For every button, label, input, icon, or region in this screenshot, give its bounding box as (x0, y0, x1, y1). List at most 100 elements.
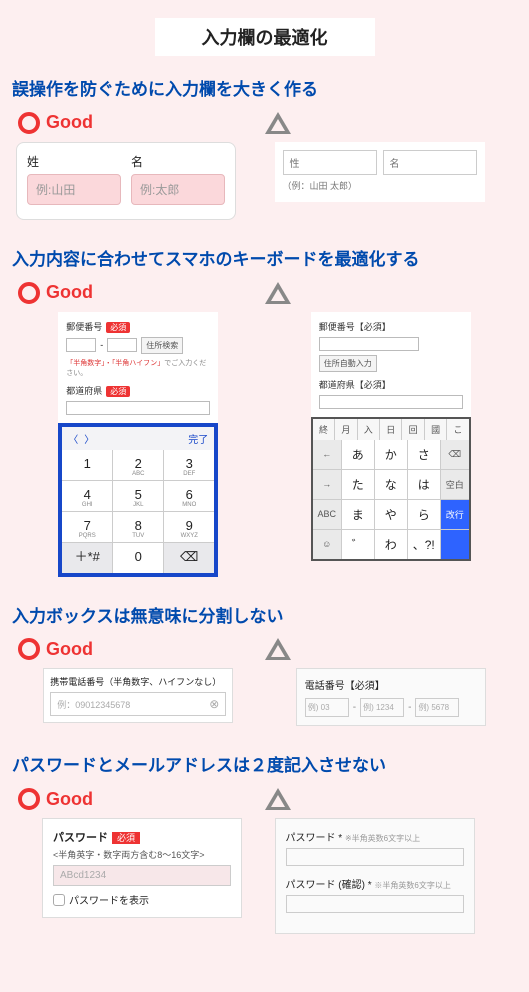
warn-icon (265, 282, 291, 304)
pw1-input[interactable] (286, 848, 464, 866)
mei-input-small[interactable]: 名 (383, 150, 477, 175)
pref-input[interactable] (66, 401, 210, 415)
kana-side-key[interactable]: 改行 (441, 500, 469, 529)
keypad-key[interactable]: 9WXYZ (164, 512, 214, 542)
phone-label: 携帯電話番号（半角数字、ハイフンなし） (50, 675, 226, 688)
phone-field-bad: 電話番号【必須】 例) 03 - 例) 1234 - 例) 5678 (296, 668, 486, 726)
kana-side-key[interactable]: ⌫ (441, 440, 469, 469)
kana-key[interactable]: わ (375, 530, 407, 559)
suggestion-key[interactable]: 國 (425, 419, 446, 440)
section-keyboard: 入力内容に合わせてスマホのキーボードを最適化する Good 郵便番号必須 - 住… (12, 248, 517, 577)
good-icon (18, 282, 40, 304)
keypad-key[interactable]: 1 (62, 450, 112, 480)
kana-key[interactable]: 、?! (408, 530, 440, 559)
kana-side-key[interactable]: ☺ (313, 530, 341, 559)
kana-key[interactable]: ゛ (342, 530, 374, 559)
good-label: Good (46, 639, 93, 660)
phone-part3[interactable]: 例) 5678 (415, 698, 459, 717)
suggestion-key[interactable]: 回 (402, 419, 423, 440)
pw2-label: パスワード (確認) * (286, 880, 372, 891)
kana-key[interactable]: あ (342, 440, 374, 469)
keypad-key[interactable]: ＋*# (62, 543, 112, 573)
password-hint: <半角英字・数字両方含む8～16文字> (53, 848, 231, 861)
kana-key[interactable]: か (375, 440, 407, 469)
pref-input-bad[interactable] (319, 395, 463, 409)
good-label: Good (46, 282, 93, 303)
suggestion-key[interactable]: こ (447, 419, 468, 440)
keypad-key[interactable]: 2ABC (113, 450, 163, 480)
good-label: Good (46, 112, 93, 133)
sei-label: 姓 (27, 153, 121, 170)
kana-side-key[interactable]: ← (313, 440, 341, 469)
required-badge: 必須 (112, 832, 140, 844)
phone-part2[interactable]: 例) 1234 (360, 698, 404, 717)
next-icon[interactable]: 〉 (84, 435, 94, 446)
page-title: 入力欄の最適化 (155, 18, 375, 56)
phone-part1[interactable]: 例) 03 (305, 698, 349, 717)
keypad-key[interactable]: 6MNO (164, 481, 214, 511)
pref-label: 都道府県必須 (66, 384, 210, 397)
kana-key[interactable]: ま (342, 500, 374, 529)
zip-label-bad: 郵便番号【必須】 (319, 320, 463, 333)
suggestion-key[interactable]: 月 (335, 419, 356, 440)
suggestion-key[interactable]: 日 (380, 419, 401, 440)
suggestion-key[interactable]: 入 (358, 419, 379, 440)
kana-key[interactable]: は (408, 470, 440, 499)
show-password-label: パスワードを表示 (69, 892, 149, 907)
show-password-checkbox[interactable] (53, 894, 65, 906)
keypad-key[interactable]: 0 (113, 543, 163, 573)
kana-key[interactable]: な (375, 470, 407, 499)
zip-input-bad[interactable] (319, 337, 419, 351)
kana-keypad: 終月入日回國こ ←あかさ⌫ →たなは空白 ABCまやら改行 ☺゛わ、?! (311, 417, 471, 561)
phone-bad: 郵便番号【必須】 住所自動入力 都道府県【必須】 終月入日回國こ ←あかさ⌫ →た… (311, 312, 471, 561)
clear-icon[interactable]: ⊗ (209, 697, 219, 711)
password-input[interactable]: ABcd1234 (53, 865, 231, 886)
password-bad: パスワード * ※半角英数6文字以上 パスワード (確認) * ※半角英数6文字… (275, 818, 475, 934)
keypad-key[interactable]: ⌫ (164, 543, 214, 573)
kana-side-key[interactable]: → (313, 470, 341, 499)
address-search-button[interactable]: 住所検索 (141, 337, 183, 354)
phone-field-good: 携帯電話番号（半角数字、ハイフンなし） 例：09012345678 ⊗ (43, 668, 233, 723)
section-no-repeat: パスワードとメールアドレスは２度記入させない Good パスワード必須 <半角英… (12, 754, 517, 934)
kana-side-key[interactable]: ABC (313, 500, 341, 529)
good-label: Good (46, 789, 93, 810)
keypad-key[interactable]: 8TUV (113, 512, 163, 542)
good-icon (18, 638, 40, 660)
zip1-input[interactable] (66, 338, 96, 352)
prev-icon[interactable]: 〈 (68, 435, 78, 446)
warn-icon (265, 112, 291, 134)
mei-label: 名 (131, 153, 225, 170)
mei-input[interactable]: 例:太郎 (131, 174, 225, 205)
section-no-split: 入力ボックスは無意味に分割しない Good 携帯電話番号（半角数字、ハイフンなし… (12, 605, 517, 727)
numeric-keypad: 〈〉 完了 1 2ABC3DEF 4GHI5JKL6MNO 7PQRS8TUV9WX… (58, 423, 218, 577)
keypad-key[interactable]: 4GHI (62, 481, 112, 511)
phone-input[interactable]: 例：09012345678 ⊗ (50, 692, 226, 716)
keypad-key[interactable]: 5JKL (113, 481, 163, 511)
pref-label-bad: 都道府県【必須】 (319, 378, 463, 391)
zip2-input[interactable] (107, 338, 137, 352)
required-badge: 必須 (106, 322, 130, 333)
sei-input[interactable]: 例:山田 (27, 174, 121, 205)
name-hint: （例：山田 太郎） (283, 179, 477, 192)
keypad-key[interactable]: 3DEF (164, 450, 214, 480)
keypad-key[interactable]: 7PQRS (62, 512, 112, 542)
suggestion-key[interactable]: 終 (313, 419, 334, 440)
section-heading: 誤操作を防ぐために入力欄を大きく作る (12, 78, 517, 102)
section-heading: パスワードとメールアドレスは２度記入させない (12, 754, 517, 778)
good-icon (18, 788, 40, 810)
kana-key[interactable]: や (375, 500, 407, 529)
zip-note: 「半角数字」・「半角ハイフン」でご入力ください。 (66, 358, 210, 378)
section-heading: 入力内容に合わせてスマホのキーボードを最適化する (12, 248, 517, 272)
kana-side-key[interactable] (441, 530, 469, 559)
kana-side-key[interactable]: 空白 (441, 470, 469, 499)
addr-auto-button[interactable]: 住所自動入力 (319, 355, 377, 372)
example-good-form: 姓 例:山田 名 例:太郎 (16, 142, 236, 220)
sei-input-small[interactable]: 性 (283, 150, 377, 175)
kana-key[interactable]: た (342, 470, 374, 499)
pw2-input[interactable] (286, 895, 464, 913)
section-heading: 入力ボックスは無意味に分割しない (12, 605, 517, 629)
warn-icon (265, 788, 291, 810)
done-button[interactable]: 完了 (188, 431, 208, 446)
kana-key[interactable]: さ (408, 440, 440, 469)
kana-key[interactable]: ら (408, 500, 440, 529)
